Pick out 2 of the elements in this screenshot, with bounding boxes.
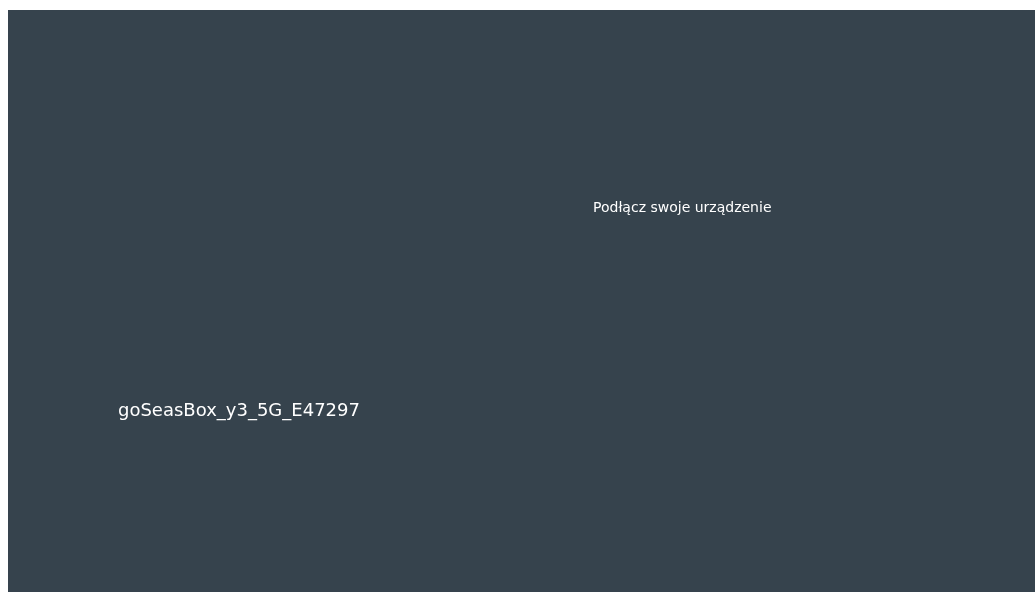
- page-title: Podłącz swoje urządzenie: [593, 199, 772, 215]
- device-name[interactable]: goSeasBox_y3_5G_E47297: [118, 399, 360, 420]
